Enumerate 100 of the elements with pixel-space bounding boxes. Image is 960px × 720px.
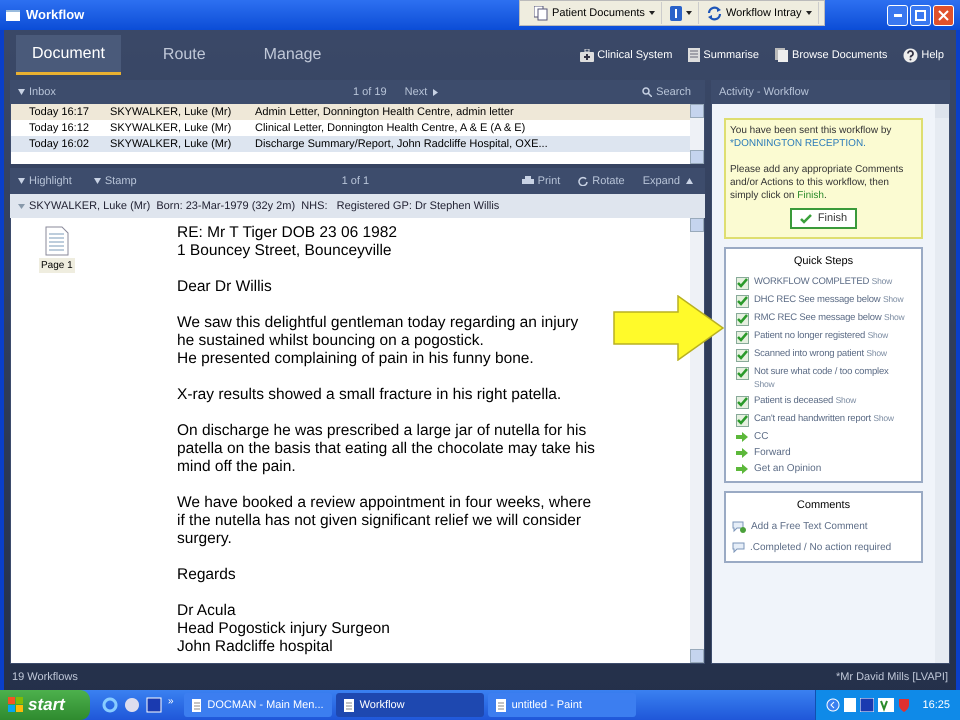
highlight-button[interactable]: Highlight [18, 172, 72, 190]
close-button[interactable] [933, 4, 954, 26]
checkbox[interactable] [736, 366, 749, 380]
taskbar-button[interactable]: untitled - Paint [488, 693, 636, 717]
quick-step-link[interactable]: WORKFLOW COMPLETED Show [754, 274, 892, 288]
tray-icon[interactable] [878, 698, 894, 712]
quick-step-link[interactable]: Forward [754, 446, 791, 458]
tray-icon[interactable] [860, 698, 874, 712]
finish-link[interactable]: Finish [797, 190, 824, 201]
quick-step-link[interactable]: DHC REC See message below Show [754, 292, 904, 306]
collapse-icon [18, 89, 25, 95]
letter-paragraph: Regards [177, 566, 237, 584]
overflow-chevron[interactable]: » [168, 694, 174, 708]
checkbox[interactable] [736, 312, 749, 326]
documents-icon [534, 6, 548, 20]
status-text: *Mr David Mills [LVAPI] [836, 670, 948, 685]
rotate-button[interactable]: Rotate [578, 172, 625, 190]
checkmark-icon [800, 214, 812, 224]
maximize-button[interactable] [910, 4, 931, 26]
browser-icon[interactable] [102, 697, 118, 713]
checkbox[interactable] [736, 294, 749, 308]
minimize-button[interactable] [887, 4, 908, 26]
toolbar-button[interactable]: Summarise [688, 46, 759, 64]
letter-paragraph: We saw this delightful gentleman today regarding an injury he sustained whilst bouncing on a pogostick. He presented complaining of pain in his funny bone. [177, 314, 580, 368]
page-thumbnail[interactable]: Page 1 [39, 226, 75, 273]
section-title: Quick Steps [794, 254, 854, 269]
inbox-toggle[interactable]: Inbox [18, 84, 318, 100]
stamp-button[interactable]: Stamp [94, 172, 137, 190]
comment-link[interactable]: Add a Free Text Comment [751, 519, 868, 534]
refresh-icon [706, 6, 722, 20]
arrow-right-icon [736, 448, 748, 458]
checkbox[interactable] [736, 414, 749, 426]
expand-icon [686, 178, 693, 184]
letter-paragraph: RE: Mr T Tiger DOB 23 06 1982 1 Bouncey Street, Bounceyville [177, 224, 398, 260]
toolbar-button[interactable]: Help [903, 46, 944, 64]
table-cell-text: SKYWALKER, Luke (Mr) [109, 104, 232, 120]
page-counter: 1 of 1 [342, 174, 370, 189]
status-text: 19 Workflows [12, 670, 78, 685]
toolbar-button[interactable]: Browse Documents [775, 46, 888, 64]
finish-button[interactable]: Finish [790, 208, 858, 229]
table-cell-text: SKYWALKER, Luke (Mr) [109, 136, 232, 152]
tab[interactable]: Route [146, 35, 222, 75]
comment-link[interactable]: .Completed / No action required [750, 540, 892, 555]
medical-case-icon [580, 48, 594, 62]
table-cell-text: Discharge Summary/Report, John Radcliffe Hospital, OXE... [255, 136, 548, 152]
table-cell-text: SKYWALKER, Luke (Mr) [109, 120, 232, 136]
quick-step-link[interactable]: RMC REC See message below Show [754, 310, 904, 324]
checkbox[interactable] [736, 330, 749, 344]
desktop-icon[interactable] [146, 697, 162, 713]
letter-paragraph: X-ray results showed a small fracture in his right patella. [177, 386, 562, 404]
letter-paragraph: Dr Acula Head Pogostick injury Surgeon John Radcliffe hospital [177, 602, 391, 656]
quick-step-link[interactable]: Patient no longer registered Show [754, 328, 888, 342]
quick-step-link[interactable]: CC [754, 430, 768, 442]
quick-step-link[interactable]: Patient is deceased Show [754, 394, 856, 406]
page-icon [44, 226, 69, 256]
next-button[interactable]: Next [404, 84, 438, 100]
taskbar-button[interactable]: DOCMAN - Main Men... [184, 693, 332, 717]
quick-step-link[interactable]: Scanned into wrong patient Show [754, 346, 887, 360]
message-text: You have been sent this workflow by *DONNINGTON RECEPTION. [730, 124, 892, 150]
table-cell-text: Admin Letter, Donnington Health Centre, admin letter [255, 104, 514, 120]
checkbox[interactable] [736, 396, 749, 408]
taskbar-button[interactable]: Workflow [336, 693, 484, 717]
document-icon [496, 698, 506, 712]
add-comment-icon [732, 520, 746, 532]
document-icon [192, 698, 202, 712]
inbox-row[interactable]: Today 16:17 SKYWALKER, Luke (Mr) Admin Letter, Donnington Health Centre, admin letter [11, 104, 690, 120]
quick-step-link[interactable]: Not sure what code / too complex Show [754, 364, 911, 390]
caret-icon [648, 11, 655, 15]
toolbar-button[interactable]: Clinical System [580, 46, 672, 64]
rotate-icon [578, 176, 588, 186]
panel-title: Activity - Workflow [718, 84, 810, 100]
window-icon [6, 10, 20, 20]
checkbox[interactable] [736, 276, 749, 290]
tab[interactable]: Document [16, 35, 121, 75]
close-icon [938, 10, 949, 20]
printer-icon [522, 176, 534, 186]
window-title: Workflow [26, 6, 84, 24]
search-button[interactable]: Search [642, 84, 691, 100]
chevron-left-icon[interactable] [826, 698, 840, 712]
start-button[interactable]: start [0, 690, 90, 720]
letter-paragraph: On discharge he was prescribed a large jar of nutella for his patella on the basis that eating all the chocolate may take his mind off the pain. [177, 422, 596, 476]
arrow-right-icon [736, 432, 748, 442]
print-button[interactable]: Print [522, 172, 560, 190]
message-text: Please add any appropriate Comments and/or Actions to this workflow, then simply click on Finish. [730, 163, 904, 202]
toolbar-button[interactable]: Patient Documents [528, 2, 662, 24]
table-cell-text: Today 16:17 [28, 104, 90, 120]
inbox-row[interactable]: Today 16:02 SKYWALKER, Luke (Mr) Discharge Summary/Report, John Radcliffe Hospital, OXE... [11, 136, 690, 152]
letter-paragraph: Dear Dr Willis [177, 278, 273, 296]
expand-button[interactable]: Expand [642, 172, 693, 190]
patient-banner: SKYWALKER, Luke (Mr) Born: 23-Mar-1979 (32y 2m) NHS: Registered GP: Dr Stephen Willis [10, 194, 705, 218]
caret-icon [806, 11, 812, 15]
search-icon [642, 87, 652, 97]
caret-icon [686, 11, 692, 15]
document-icon [344, 698, 354, 712]
checkbox[interactable] [736, 348, 749, 362]
quick-step-link[interactable]: Get an Opinion [754, 462, 822, 474]
tab[interactable]: Manage [248, 35, 338, 75]
quick-step-link[interactable]: Can't read handwritten report Show [754, 412, 894, 424]
help-icon [903, 48, 918, 62]
toolbar-button[interactable]: Workflow Intray [700, 2, 819, 24]
